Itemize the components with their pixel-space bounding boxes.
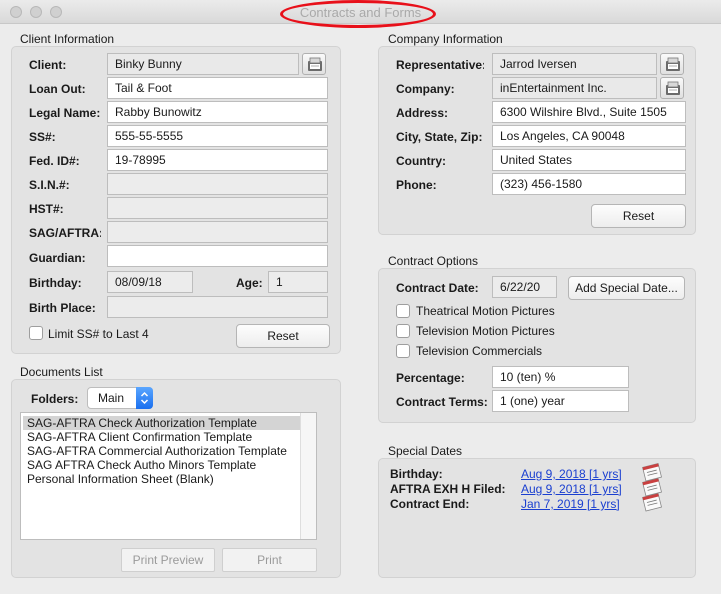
legal-name-field[interactable]: Rabby Bunowitz (107, 101, 328, 123)
tv-commercials-label: Television Commercials (416, 344, 543, 358)
limit-ss-label: Limit SS# to Last 4 (48, 327, 149, 341)
theatrical-label: Theatrical Motion Pictures (416, 304, 555, 318)
contract-date-field[interactable]: 6/22/20 (492, 276, 557, 298)
address-card-icon (666, 57, 680, 71)
sag-aftra-label: SAG/AFTRA: (29, 226, 101, 240)
add-special-date-button[interactable]: Add Special Date... (568, 276, 685, 300)
phone-field[interactable]: (323) 456-1580 (492, 173, 686, 195)
special-date-link[interactable]: Aug 9, 2018 [1 yrs] (521, 482, 622, 496)
contract-date-label: Contract Date: (396, 281, 479, 295)
birthday-field[interactable]: 08/09/18 (107, 271, 193, 293)
legal-name-label: Legal Name: (29, 106, 101, 120)
tv-motion-label: Television Motion Pictures (416, 324, 555, 338)
document-item[interactable]: SAG-AFTRA Commercial Authorization Templ… (27, 444, 287, 458)
fed-id-field[interactable]: 19-78995 (107, 149, 328, 171)
client-reset-button[interactable]: Reset (236, 324, 330, 348)
company-info-heading: Company Information (388, 32, 503, 46)
limit-ss-checkbox[interactable] (29, 326, 43, 340)
document-item[interactable]: SAG-AFTRA Client Confirmation Template (27, 430, 252, 444)
percentage-field[interactable]: 10 (ten) % (492, 366, 629, 388)
title-bar: Contracts and Forms (0, 0, 721, 28)
phone-label: Phone: (396, 178, 437, 192)
country-label: Country: (396, 154, 446, 168)
loan-out-label: Loan Out: (29, 82, 86, 96)
contract-terms-field[interactable]: 1 (one) year (492, 390, 629, 412)
country-field[interactable]: United States (492, 149, 686, 171)
documents-list[interactable]: SAG-AFTRA Check Authorization Template S… (20, 412, 317, 540)
print-preview-button[interactable]: Print Preview (121, 548, 215, 572)
company-field[interactable]: inEntertainment Inc. (492, 77, 657, 99)
company-reset-button[interactable]: Reset (591, 204, 686, 228)
calendar-dates-icon[interactable] (638, 462, 668, 512)
hst-label: HST#: (29, 202, 64, 216)
chevron-updown-icon (140, 391, 149, 405)
folders-label: Folders: (31, 392, 79, 406)
special-dates-heading: Special Dates (388, 444, 463, 458)
sin-field[interactable] (107, 173, 328, 195)
contract-terms-label: Contract Terms: (396, 395, 488, 409)
tv-commercials-checkbox[interactable] (396, 344, 410, 358)
special-date-label: Contract End: (390, 497, 470, 511)
address-field[interactable]: 6300 Wilshire Blvd., Suite 1505 (492, 101, 686, 123)
guardian-label: Guardian: (29, 251, 86, 265)
representative-card-button[interactable] (660, 53, 684, 75)
document-item[interactable]: SAG AFTRA Check Autho Minors Template (27, 458, 256, 472)
age-label: Age: (236, 276, 263, 290)
hst-field[interactable] (107, 197, 328, 219)
percentage-label: Percentage: (396, 371, 465, 385)
theatrical-checkbox[interactable] (396, 304, 410, 318)
special-date-label: Birthday: (390, 467, 443, 481)
ss-label: SS#: (29, 130, 56, 144)
documents-scrollbar[interactable] (300, 413, 316, 539)
age-field[interactable]: 1 (268, 271, 328, 293)
fed-id-label: Fed. ID#: (29, 154, 80, 168)
loan-out-field[interactable]: Tail & Foot (107, 77, 328, 99)
birth-place-field[interactable] (107, 296, 328, 318)
client-field[interactable]: Binky Bunny (107, 53, 299, 75)
birthday-label: Birthday: (29, 276, 82, 290)
folders-select[interactable]: Main (87, 387, 153, 409)
tv-motion-checkbox[interactable] (396, 324, 410, 338)
address-card-icon (308, 57, 322, 71)
client-label: Client: (29, 58, 67, 72)
representative-field[interactable]: Jarrod Iversen (492, 53, 657, 75)
document-item[interactable]: Personal Information Sheet (Blank) (27, 472, 214, 486)
title-annotation-circle (280, 0, 436, 28)
company-card-button[interactable] (660, 77, 684, 99)
contract-options-heading: Contract Options (388, 254, 479, 268)
guardian-field[interactable] (107, 245, 328, 267)
sag-aftra-field[interactable] (107, 221, 328, 243)
sin-label: S.I.N.#: (29, 178, 70, 192)
city-state-zip-field[interactable]: Los Angeles, CA 90048 (492, 125, 686, 147)
company-label: Company: (396, 82, 455, 96)
document-item[interactable]: SAG-AFTRA Check Authorization Template (23, 416, 301, 430)
special-date-link[interactable]: Jan 7, 2019 [1 yrs] (521, 497, 620, 511)
client-card-button[interactable] (302, 53, 326, 75)
birth-place-label: Birth Place: (29, 301, 96, 315)
representative-label: Representative: (396, 58, 484, 72)
folders-select-value: Main (98, 391, 125, 405)
special-date-link[interactable]: Aug 9, 2018 [1 yrs] (521, 467, 622, 481)
special-date-label: AFTRA EXH H Filed: (390, 482, 506, 496)
client-info-heading: Client Information (20, 32, 115, 46)
address-label: Address: (396, 106, 449, 120)
ss-field[interactable]: 555-55-5555 (107, 125, 328, 147)
city-state-zip-label: City, State, Zip: (396, 130, 483, 144)
address-card-icon (666, 81, 680, 95)
documents-heading: Documents List (20, 365, 103, 379)
print-button[interactable]: Print (222, 548, 317, 572)
